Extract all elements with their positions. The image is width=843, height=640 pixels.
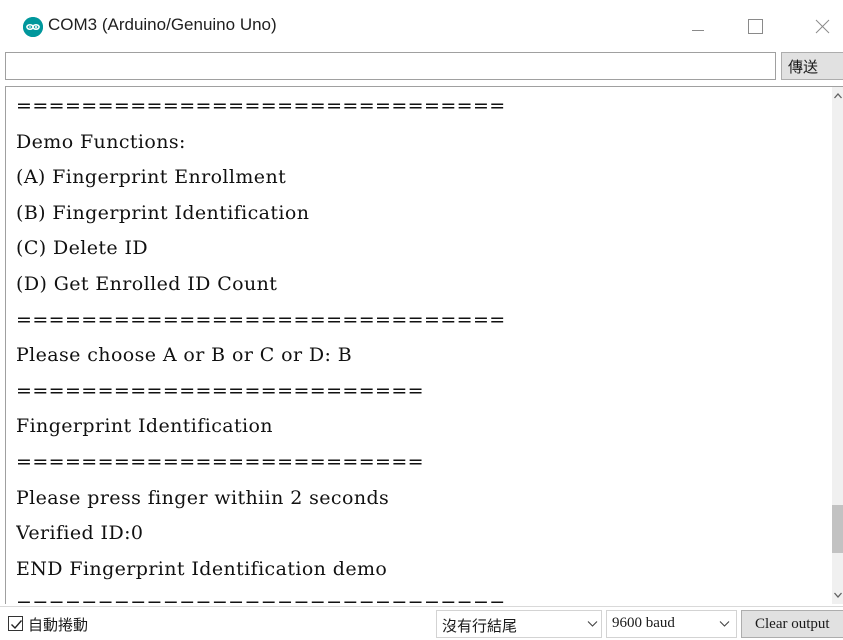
autoscroll-label: 自動捲動	[28, 616, 89, 634]
output-line: Fingerprint Identification	[16, 415, 273, 438]
serial-monitor-window: COM3 (Arduino/Genuino Uno) 傳送 ==========…	[0, 0, 843, 640]
scrollbar-thumb[interactable]	[832, 505, 843, 553]
checkbox-box[interactable]	[8, 616, 23, 631]
arduino-logo-icon	[23, 17, 43, 37]
scroll-down-button[interactable]	[832, 587, 843, 604]
title-bar[interactable]: COM3 (Arduino/Genuino Uno)	[0, 0, 843, 50]
output-line: (B) Fingerprint Identification	[16, 201, 310, 224]
baud-rate-value: 9600 baud	[612, 615, 675, 631]
send-input[interactable]	[5, 52, 776, 80]
output-line: END Fingerprint Identification demo	[16, 557, 388, 580]
chevron-down-icon	[719, 621, 730, 627]
output-line: =========================	[16, 450, 424, 473]
baud-rate-select[interactable]: 9600 baud	[606, 610, 737, 638]
status-bar: 自動捲動 沒有行結尾 9600 baud Clear output	[0, 606, 843, 640]
output-line: ==============================	[16, 308, 506, 331]
maximize-button[interactable]	[730, 0, 776, 50]
minimize-icon	[692, 30, 704, 31]
output-line: ==============================	[16, 95, 506, 117]
line-ending-select[interactable]: 沒有行結尾	[436, 610, 602, 638]
chevron-down-icon	[834, 592, 842, 598]
vertical-scrollbar[interactable]	[832, 87, 843, 604]
close-icon	[815, 19, 830, 34]
output-lines: ============================== Demo Func…	[16, 89, 828, 604]
chevron-down-icon	[587, 621, 598, 627]
output-line: (A) Fingerprint Enrollment	[16, 166, 287, 189]
output-line: (C) Delete ID	[16, 237, 149, 260]
clear-output-button[interactable]: Clear output	[741, 610, 843, 638]
output-line: (D) Get Enrolled ID Count	[16, 272, 278, 295]
minimize-button[interactable]	[680, 0, 726, 50]
close-button[interactable]	[796, 0, 842, 50]
send-row: 傳送	[0, 51, 843, 84]
scroll-up-button[interactable]	[832, 87, 843, 104]
output-line: =========================	[16, 379, 424, 402]
checkmark-icon	[11, 620, 23, 630]
line-ending-value: 沒有行結尾	[442, 617, 518, 635]
maximize-icon	[748, 19, 763, 34]
window-title: COM3 (Arduino/Genuino Uno)	[48, 15, 277, 34]
output-line: Please choose A or B or C or D: B	[16, 344, 353, 367]
output-line: ==============================	[16, 587, 828, 604]
serial-output-area[interactable]: ============================== Demo Func…	[5, 86, 843, 604]
output-line: Verified ID:0	[16, 522, 144, 545]
output-line: Demo Functions:	[16, 130, 186, 153]
chevron-up-icon	[834, 93, 842, 99]
output-line: Please press finger withiin 2 seconds	[16, 486, 390, 509]
send-button[interactable]: 傳送	[781, 52, 843, 80]
